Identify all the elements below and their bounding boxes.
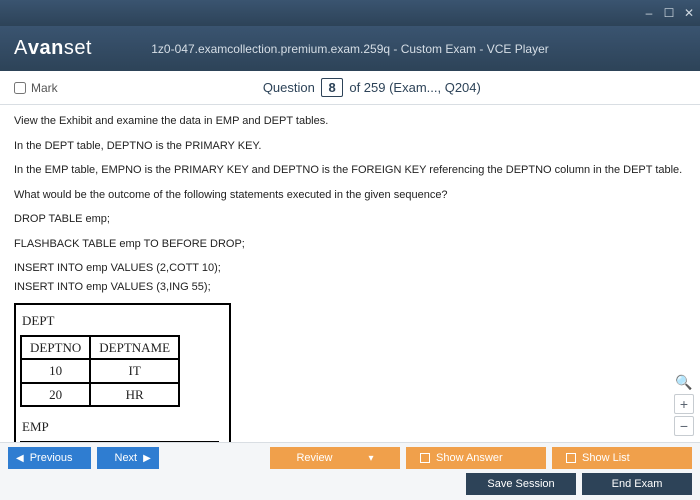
question-text: INSERT INTO emp VALUES (2,COTT 10); bbox=[14, 260, 686, 277]
question-indicator: Question 8 of 259 (Exam..., Q204) bbox=[58, 78, 686, 97]
table-header: DEPTNO bbox=[21, 336, 90, 360]
button-label: Show Answer bbox=[436, 452, 503, 464]
magnifier-icon[interactable]: 🔍 bbox=[674, 372, 694, 392]
close-button[interactable]: ✕ bbox=[682, 6, 696, 20]
table-cell: 10 bbox=[21, 359, 90, 383]
table-header: DEPTNAME bbox=[90, 336, 179, 360]
table-cell: HR bbox=[90, 383, 179, 407]
minimize-button[interactable]: – bbox=[642, 6, 656, 20]
button-label: Show List bbox=[582, 452, 630, 464]
question-text: INSERT INTO emp VALUES (3,ING 55); bbox=[14, 279, 686, 296]
window-controls: – ☐ ✕ bbox=[642, 6, 696, 20]
question-content: View the Exhibit and examine the data in… bbox=[0, 105, 700, 442]
dept-table: DEPTNODEPTNAME 10IT 20HR bbox=[20, 335, 180, 408]
save-session-button[interactable]: Save Session bbox=[466, 473, 576, 495]
question-text: FLASHBACK TABLE emp TO BEFORE DROP; bbox=[14, 236, 686, 253]
end-exam-button[interactable]: End Exam bbox=[582, 473, 692, 495]
mark-label: Mark bbox=[31, 81, 58, 95]
question-text: In the DEPT table, DEPTNO is the PRIMARY… bbox=[14, 138, 686, 155]
zoom-in-button[interactable]: + bbox=[674, 394, 694, 414]
question-bar: Mark Question 8 of 259 (Exam..., Q204) bbox=[0, 71, 700, 105]
question-text: In the EMP table, EMPNO is the PRIMARY K… bbox=[14, 162, 686, 179]
button-label: Next bbox=[115, 452, 138, 464]
mark-checkbox[interactable] bbox=[14, 82, 26, 94]
table-cell: 20 bbox=[21, 383, 90, 407]
chevron-left-icon: ◀ bbox=[16, 453, 24, 464]
question-text: View the Exhibit and examine the data in… bbox=[14, 113, 686, 130]
mark-checkbox-wrap[interactable]: Mark bbox=[14, 81, 58, 95]
footer-toolbar: ◀ Previous Next ▶ Review ▾ Show Answer Show… bbox=[0, 442, 700, 500]
chevron-right-icon: ▶ bbox=[143, 453, 151, 464]
show-list-button[interactable]: Show List bbox=[552, 447, 692, 469]
question-scroll[interactable]: View the Exhibit and examine the data in… bbox=[0, 105, 700, 442]
nav-group: ◀ Previous Next ▶ bbox=[8, 447, 159, 469]
question-text: What would be the outcome of the followi… bbox=[14, 187, 686, 204]
zoom-out-button[interactable]: − bbox=[674, 416, 694, 436]
checkbox-icon bbox=[420, 453, 430, 463]
exam-title: 1z0-047.examcollection.premium.exam.259q… bbox=[0, 42, 700, 56]
question-text: DROP TABLE emp; bbox=[14, 211, 686, 228]
exhibit-box: DEPT DEPTNODEPTNAME 10IT 20HR EMP EMPNOE… bbox=[14, 303, 231, 442]
dept-table-label: DEPT bbox=[22, 311, 219, 331]
button-label: Review bbox=[296, 452, 332, 464]
zoom-controls: 🔍 + − bbox=[674, 372, 694, 436]
window-titlebar: – ☐ ✕ bbox=[0, 0, 700, 26]
table-cell: IT bbox=[90, 359, 179, 383]
button-label: Previous bbox=[30, 452, 73, 464]
question-number: 8 bbox=[321, 78, 342, 97]
show-answer-button[interactable]: Show Answer bbox=[406, 447, 546, 469]
app-header: Avanset 1z0-047.examcollection.premium.e… bbox=[0, 26, 700, 71]
question-of-text: of 259 (Exam..., Q204) bbox=[349, 80, 481, 95]
question-word: Question bbox=[263, 80, 315, 95]
chevron-down-icon: ▾ bbox=[369, 453, 374, 464]
review-button[interactable]: Review ▾ bbox=[270, 447, 400, 469]
emp-table-label: EMP bbox=[22, 417, 219, 437]
right-group: Review ▾ Show Answer Show List bbox=[270, 447, 692, 469]
next-button[interactable]: Next ▶ bbox=[97, 447, 159, 469]
checkbox-icon bbox=[566, 453, 576, 463]
maximize-button[interactable]: ☐ bbox=[662, 6, 676, 20]
previous-button[interactable]: ◀ Previous bbox=[8, 447, 91, 469]
